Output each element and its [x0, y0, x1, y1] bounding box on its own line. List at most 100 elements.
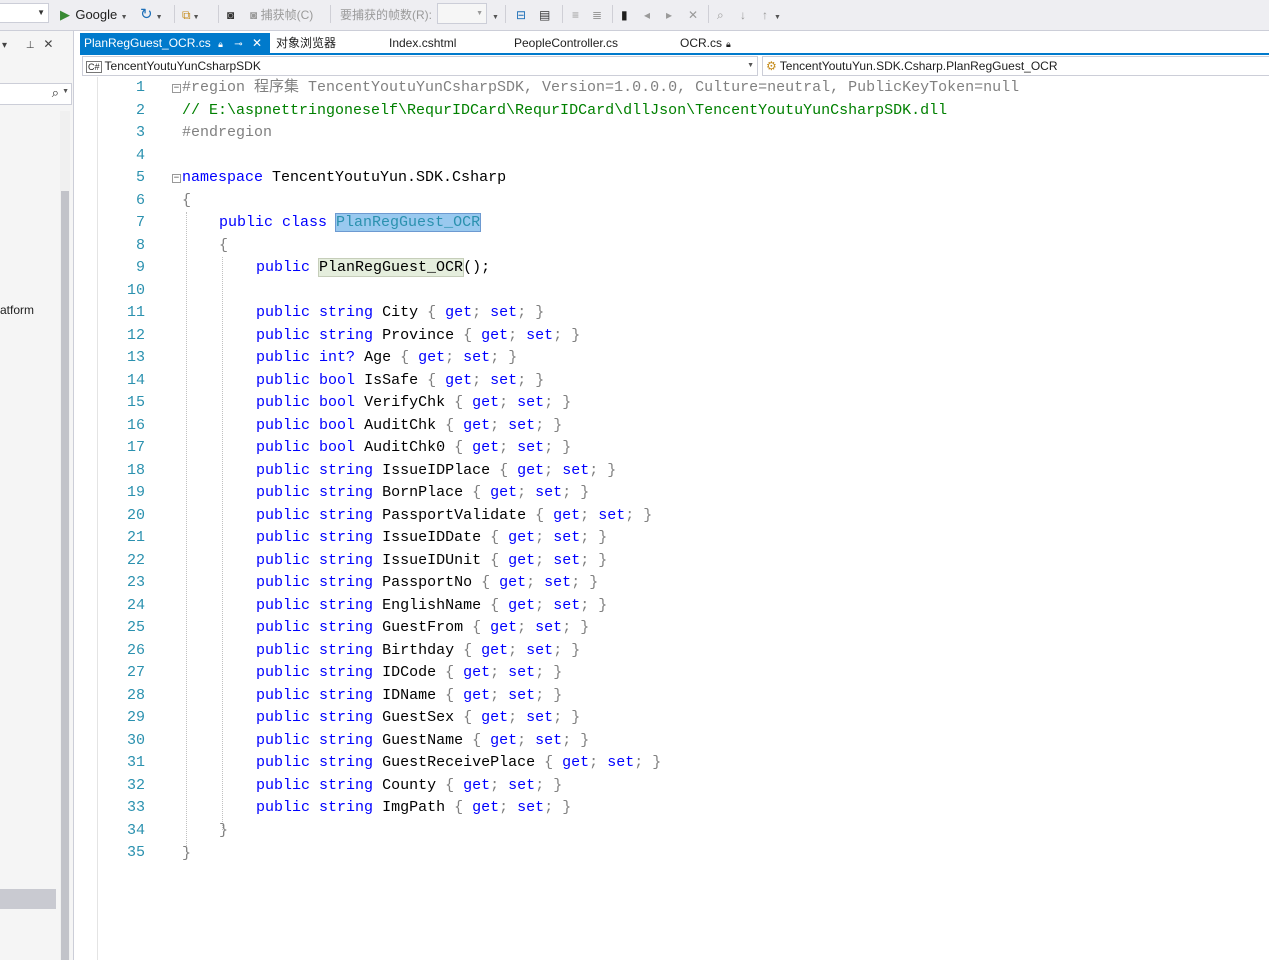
brace-open: {: [182, 192, 192, 209]
getter-keyword: get: [472, 799, 500, 816]
project-dropdown[interactable]: C# TencentYoutuYunCsharpSDK ▼: [82, 56, 758, 76]
properties-button[interactable]: ▤: [539, 5, 550, 25]
toolbar-separator: [218, 5, 219, 23]
access-modifier: public: [256, 619, 311, 636]
navigation-bar: C# TencentYoutuYunCsharpSDK ▼ ⚙ TencentYou…: [80, 56, 1269, 76]
code-line-5: namespace TencentYoutuYun.SDK.Csharp: [182, 167, 506, 189]
camera-button[interactable]: ◙: [227, 5, 234, 25]
property-type: bool: [319, 417, 356, 434]
type-name: TencentYoutuYun.SDK.Csharp.PlanRegGuest_…: [779, 59, 1058, 73]
configuration-combo[interactable]: ▼: [0, 3, 49, 23]
property-name: County: [382, 777, 437, 794]
tab-index-cshtml[interactable]: Index.cshtml: [389, 33, 456, 53]
getter-keyword: get: [463, 664, 491, 681]
property-name: IDCode: [382, 664, 437, 681]
clear-bookmarks-icon: ✕: [688, 8, 699, 22]
search-input[interactable]: ⌕ ▼: [0, 83, 72, 105]
tab-planregguest-ocr[interactable]: PlanRegGuest_OCR.cs 🔒︎ ⊸ ✕: [80, 33, 270, 53]
line-number: 2: [135, 102, 145, 119]
property-type: string: [319, 529, 374, 546]
brace-open: {: [454, 799, 464, 816]
getter-keyword: get: [517, 462, 545, 479]
collapse-namespace-icon[interactable]: −: [172, 174, 181, 183]
property-line: public string PassportNo { get; set; }: [256, 572, 598, 594]
chevron-down-icon: ▼: [747, 62, 754, 69]
getter-keyword: get: [508, 552, 536, 569]
semicolon: ;: [580, 529, 590, 546]
brace-open: {: [454, 439, 464, 456]
refresh-button[interactable]: ↻ ▼: [140, 5, 163, 25]
line-number: 5: [135, 169, 145, 186]
getter-keyword: get: [472, 394, 500, 411]
solution-explorer-icon: ⊟: [516, 8, 527, 22]
collapse-region-icon[interactable]: −: [172, 84, 181, 93]
getter-keyword: get: [418, 349, 446, 366]
brace-close: }: [580, 732, 590, 749]
tab-label: Index.cshtml: [389, 36, 457, 50]
tab-object-browser[interactable]: 对象浏览器: [276, 33, 336, 53]
frames-count-combo[interactable]: ▼: [437, 3, 487, 24]
property-type: string: [319, 327, 374, 344]
find-button[interactable]: ⌕: [717, 5, 724, 25]
type-dropdown[interactable]: ⚙ TencentYoutuYun.SDK.Csharp.PlanRegGuest…: [762, 56, 1269, 76]
code-line-7: public class PlanRegGuest_OCR: [219, 212, 482, 234]
access-modifier: public: [256, 664, 311, 681]
access-modifier: public: [256, 304, 311, 321]
clear-bookmarks-button[interactable]: ✕: [688, 5, 698, 25]
semicolon: ;: [589, 754, 599, 771]
pin-icon[interactable]: ⊸: [234, 39, 242, 50]
scrollbar-thumb[interactable]: [61, 191, 69, 960]
browser-link-button[interactable]: ⧉ ▼: [182, 5, 200, 25]
property-line: public bool VerifyChk { get; set; }: [256, 392, 571, 414]
pin-icon[interactable]: ⊥: [26, 40, 35, 51]
property-name: PassportValidate: [382, 507, 527, 524]
semicolon: ;: [562, 732, 572, 749]
uncomment-button[interactable]: ≣: [592, 5, 602, 25]
line-number: 26: [126, 642, 145, 659]
dropdown-icon[interactable]: ▾: [2, 40, 7, 51]
solution-explorer-button[interactable]: ⊟: [516, 5, 526, 25]
line-number: 22: [126, 552, 145, 569]
capture-frame-button[interactable]: ◙ 捕获帧(C): [250, 5, 313, 25]
close-icon[interactable]: ✕: [43, 37, 53, 51]
semicolon: ;: [445, 349, 455, 366]
tab-ocr-cs[interactable]: OCR.cs 🔒︎: [680, 33, 731, 53]
class-name-selection[interactable]: PlanRegGuest_OCR: [335, 213, 482, 232]
brace-close: }: [571, 642, 581, 659]
selected-tree-item[interactable]: [0, 889, 56, 909]
chevron-down-icon[interactable]: ▼: [37, 4, 45, 22]
semicolon: ;: [562, 484, 572, 501]
brace-open: {: [445, 777, 455, 794]
next-bookmark-button[interactable]: ▸: [666, 5, 672, 25]
getter-keyword: get: [481, 709, 509, 726]
comment-button[interactable]: ≡: [572, 5, 579, 25]
toolbar-overflow-button[interactable]: ▼: [492, 5, 499, 25]
brace-close: }: [571, 709, 581, 726]
tab-people-controller[interactable]: PeopleController.cs: [514, 33, 618, 53]
property-line: public string IssueIDDate { get; set; }: [256, 527, 607, 549]
prev-bookmark-button[interactable]: ◂: [644, 5, 650, 25]
getter-keyword: get: [562, 754, 590, 771]
arrow-down-button[interactable]: ↓: [740, 5, 746, 25]
brace-close: }: [643, 507, 653, 524]
code-line-1: #region 程序集 TencentYoutuYunCsharpSDK, Ve…: [182, 77, 1019, 99]
tree-item-label[interactable]: atform: [0, 303, 34, 317]
semicolon: ;: [508, 709, 518, 726]
bookmark-button[interactable]: ▮: [621, 5, 628, 25]
access-modifier: public: [256, 417, 311, 434]
line-number: 3: [135, 124, 145, 141]
access-modifier: public: [256, 754, 311, 771]
setter-keyword: set: [553, 597, 581, 614]
property-line: public string GuestFrom { get; set; }: [256, 617, 589, 639]
semicolon: ;: [472, 372, 482, 389]
brace-open: {: [427, 372, 437, 389]
semicolon: ;: [553, 709, 563, 726]
semicolon: ;: [535, 687, 545, 704]
arrow-up-button[interactable]: ↑ ▼: [762, 5, 781, 25]
start-debugging-button[interactable]: ▶ Google ▼: [60, 5, 128, 25]
document-tabs: PlanRegGuest_OCR.cs 🔒︎ ⊸ ✕ 对象浏览器 Index.c…: [80, 33, 1269, 53]
access-modifier: public: [256, 327, 311, 344]
setter-keyword: set: [508, 417, 536, 434]
getter-keyword: get: [508, 529, 536, 546]
close-icon[interactable]: ✕: [252, 36, 262, 50]
